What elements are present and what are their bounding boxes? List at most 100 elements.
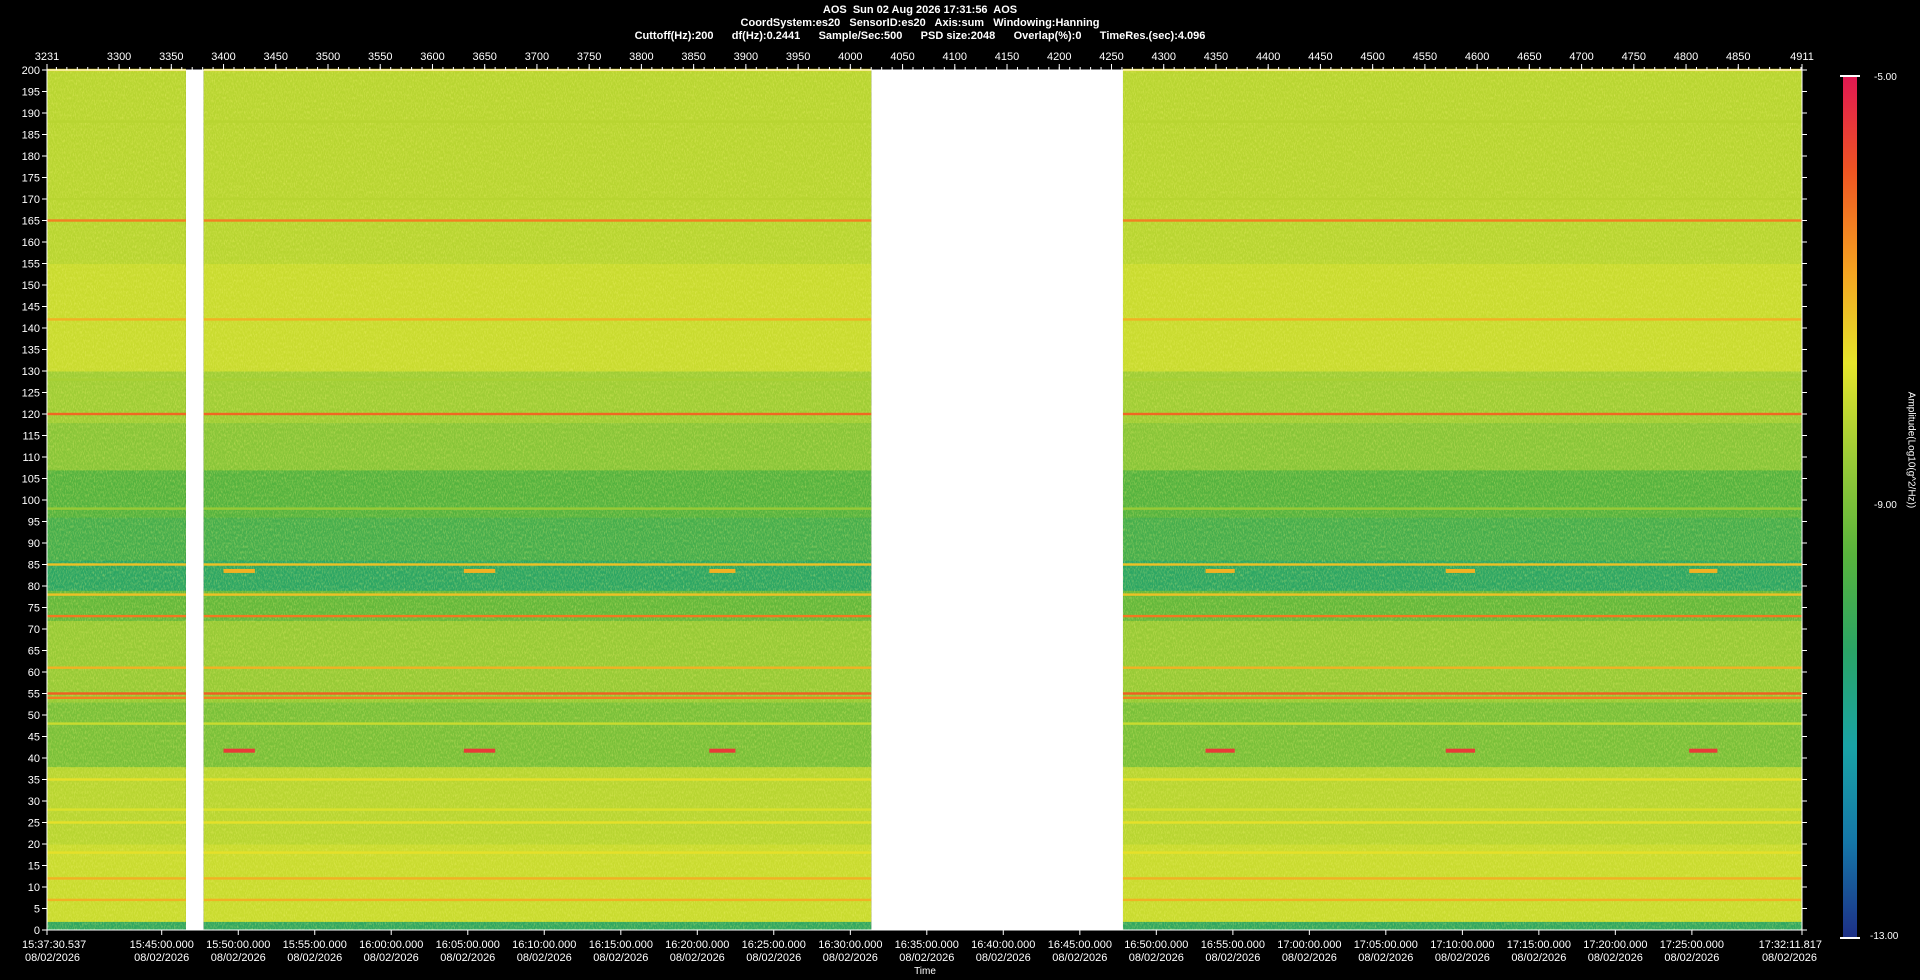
- time-axis-tick-label: 16:55:00.000: [1201, 939, 1265, 951]
- spectral-line: [47, 666, 186, 669]
- top-axis-tick-label: 4850: [1726, 51, 1750, 63]
- time-axis-date-label: 08/02/2026: [823, 952, 878, 964]
- spectral-line: [47, 722, 186, 725]
- y-axis-tick-label: 150: [22, 280, 40, 292]
- spectral-line: [203, 877, 872, 880]
- top-axis-tick-label: 4700: [1569, 51, 1593, 63]
- top-axis-tick-label: 3500: [316, 51, 340, 63]
- event-mark: [463, 568, 496, 573]
- spectral-line: [1122, 696, 1802, 699]
- time-axis-date-label: 08/02/2026: [1588, 952, 1643, 964]
- y-axis-tick-label: 55: [28, 689, 40, 701]
- y-axis-tick-label: 180: [22, 151, 40, 163]
- spectral-line: [203, 696, 872, 699]
- spectral-line: [203, 507, 872, 510]
- time-axis-date-label: 08/02/2026: [25, 952, 80, 964]
- y-axis-tick-label: 40: [28, 753, 40, 765]
- top-axis-tick-label: 3750: [577, 51, 601, 63]
- spectral-line: [203, 593, 872, 596]
- top-axis-tick-label: 3850: [681, 51, 705, 63]
- event-mark: [1205, 568, 1235, 573]
- y-axis-tick-label: 155: [22, 259, 40, 271]
- top-axis-tick-label: 4911: [1790, 51, 1814, 63]
- spectral-line: [1122, 808, 1802, 811]
- spectrogram-chart: 3231 3300 3350 3400 3450 3500 3550 3600 3650 3700…: [22, 51, 1860, 977]
- colorbar-gradient: [1843, 76, 1857, 938]
- top-axis-tick-label: 4350: [1204, 51, 1228, 63]
- y-axis-tick-label: 5: [34, 904, 40, 916]
- time-axis-tick-label: 16:50:00.000: [1124, 939, 1188, 951]
- spectral-line: [203, 778, 872, 781]
- time-axis-tick-label: 17:32:11.817: [1759, 939, 1822, 951]
- time-axis-date-label: 08/02/2026: [1129, 952, 1184, 964]
- spectral-line: [47, 120, 186, 123]
- event-mark: [1689, 568, 1718, 573]
- top-axis-tick-label: 3800: [629, 51, 653, 63]
- y-axis-tick-label: 25: [28, 818, 40, 830]
- event-mark: [463, 748, 496, 753]
- top-axis-tick-label: 4600: [1465, 51, 1489, 63]
- top-axis-tick-label: 4300: [1151, 51, 1175, 63]
- spectral-line: [1122, 877, 1802, 880]
- spectral-line: [1122, 692, 1802, 695]
- spectral-line: [203, 614, 872, 618]
- spectral-line: [1122, 378, 1802, 381]
- spectral-line: [47, 593, 186, 596]
- spectral-line: [47, 507, 186, 510]
- y-axis-tick-label: 115: [22, 431, 40, 443]
- top-axis-tick-label: 4750: [1622, 51, 1646, 63]
- y-axis-tick-label: 65: [28, 646, 40, 658]
- time-axis-tick-label: 16:45:00.000: [1048, 939, 1112, 951]
- spectral-line: [203, 318, 872, 321]
- time-axis-date-label: 08/02/2026: [211, 952, 266, 964]
- time-axis-date-label: 08/02/2026: [746, 952, 801, 964]
- time-axis-date-label: 08/02/2026: [593, 952, 648, 964]
- y-axis-tick-label: 135: [22, 345, 40, 357]
- top-axis-tick-label: 3300: [107, 51, 131, 63]
- time-axis-date-label: 08/02/2026: [976, 952, 1031, 964]
- time-axis-tick-label: 17:10:00.000: [1430, 939, 1494, 951]
- time-axis-tick-label: 16:15:00.000: [589, 939, 653, 951]
- spectral-line: [47, 851, 186, 854]
- spectral-line: [47, 898, 186, 902]
- spectral-line: [47, 877, 186, 880]
- time-axis-tick-label: 15:45:00.000: [130, 939, 194, 951]
- event-mark: [1689, 748, 1718, 753]
- top-axis-tick-label: 4100: [943, 51, 967, 63]
- event-mark: [709, 748, 736, 753]
- top-axis-tick-label: 4150: [995, 51, 1019, 63]
- time-axis-tick-label: 16:30:00.000: [818, 939, 882, 951]
- spectral-line: [47, 318, 186, 321]
- spectral-line: [203, 851, 872, 854]
- y-axis-tick-label: 165: [22, 216, 40, 228]
- spectral-line: [47, 378, 186, 381]
- top-axis-tick-label: 4800: [1674, 51, 1698, 63]
- time-axis-date-label: 08/02/2026: [440, 952, 495, 964]
- spectral-line: [1122, 219, 1802, 222]
- time-axis-date-label: 08/02/2026: [1511, 952, 1566, 964]
- time-axis-date-label: 08/02/2026: [1205, 952, 1260, 964]
- time-axis-tick-label: 17:05:00.000: [1354, 939, 1418, 951]
- y-axis-tick-label: 160: [22, 237, 40, 249]
- spectral-line: [1122, 898, 1802, 902]
- spectral-line: [1122, 318, 1802, 321]
- spectrogram-heatmap: [47, 68, 1802, 931]
- y-axis-tick-label: 90: [28, 538, 40, 550]
- y-axis-tick-label: 125: [22, 388, 40, 400]
- spectral-line: [1122, 412, 1802, 416]
- y-axis-tick-label: 100: [22, 495, 40, 507]
- spectral-line: [47, 614, 186, 618]
- spectral-line: [1122, 778, 1802, 781]
- y-axis-tick-label: 60: [28, 667, 40, 679]
- colorbar: [1840, 75, 1860, 939]
- time-axis-tick-label: 17:25:00.000: [1660, 939, 1724, 951]
- spectral-line: [203, 692, 872, 695]
- spectral-line: [47, 563, 186, 566]
- top-axis-tick-label: 4400: [1256, 51, 1280, 63]
- spectral-line: [47, 412, 186, 416]
- y-axis-tick-label: 75: [28, 603, 40, 615]
- top-axis-tick-label: 4450: [1308, 51, 1332, 63]
- top-axis-tick-label: 3550: [368, 51, 392, 63]
- y-axis-tick-label: 105: [22, 474, 40, 486]
- spectral-line: [1122, 666, 1802, 669]
